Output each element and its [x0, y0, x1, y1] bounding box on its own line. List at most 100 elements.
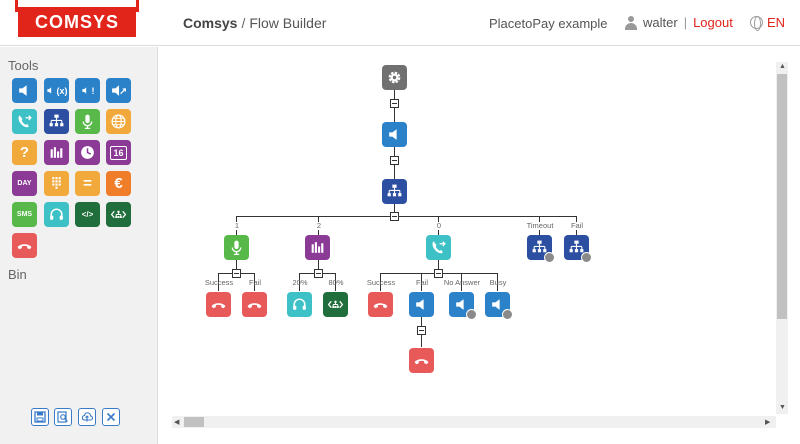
goto-badge-icon: [581, 252, 592, 263]
tool-calendar[interactable]: 16: [106, 140, 131, 165]
vertical-scrollbar[interactable]: ▲ ▼: [776, 62, 788, 414]
goto-badge-icon: [466, 309, 477, 320]
flow-node-goto-timeout[interactable]: [527, 235, 555, 263]
scroll-right-icon[interactable]: ▶: [765, 418, 770, 426]
flow-node-split[interactable]: [305, 235, 330, 260]
flow-node-record[interactable]: [224, 235, 249, 260]
collapse-toggle[interactable]: [434, 269, 443, 278]
flow-node-play-goto[interactable]: [449, 292, 477, 320]
tool-glyph: !: [91, 85, 95, 96]
collapse-toggle[interactable]: [390, 156, 399, 165]
tool-microphone[interactable]: [75, 109, 100, 134]
flow-canvas[interactable]: [160, 47, 800, 444]
branch-label: 0: [436, 221, 442, 230]
horizontal-scroll-thumb[interactable]: [184, 417, 204, 427]
menu-tree-icon: [49, 114, 64, 127]
logout-link[interactable]: Logout: [693, 15, 733, 30]
tool-speaker-alert[interactable]: !: [75, 78, 100, 103]
branch-label: Fail: [248, 278, 262, 287]
scroll-down-icon[interactable]: ▼: [779, 404, 786, 411]
keypad-icon: [52, 177, 61, 189]
tool-bar-chart[interactable]: [44, 140, 69, 165]
flow-node-code[interactable]: [323, 292, 348, 317]
branch-label: Success: [366, 278, 396, 287]
flow-node-agent[interactable]: [287, 292, 312, 317]
speaker-link-icon: [112, 85, 126, 96]
flow-node-play-goto[interactable]: [485, 292, 513, 320]
header-divider: |: [683, 15, 688, 30]
tool-speaker-variable[interactable]: (x): [44, 78, 69, 103]
microphone-icon: [82, 114, 93, 130]
tool-headset[interactable]: [44, 202, 69, 227]
headset-icon: [293, 298, 306, 310]
tool-speaker-link[interactable]: [106, 78, 131, 103]
upload-button[interactable]: [78, 408, 96, 426]
comsys-logo[interactable]: COMSYS: [15, 0, 139, 37]
code-tree-icon: [110, 210, 127, 219]
globe-icon: [750, 16, 763, 31]
goto-badge-icon: [544, 252, 555, 263]
speaker-icon: [19, 85, 27, 96]
tools-title: Tools: [8, 58, 39, 73]
breadcrumb-page: Flow Builder: [249, 15, 327, 31]
menu-tree-icon: [387, 184, 402, 197]
branch-label: Success: [204, 278, 234, 287]
speaker-icon: [389, 129, 397, 140]
tool-hangup[interactable]: [12, 233, 37, 258]
tool-globe[interactable]: [106, 109, 131, 134]
close-button[interactable]: [102, 408, 120, 426]
call-transfer-icon: [432, 241, 446, 254]
tool-glyph: SMS: [16, 211, 33, 218]
collapse-toggle[interactable]: [232, 269, 241, 278]
collapse-toggle[interactable]: [390, 99, 399, 108]
tool-code[interactable]: </>: [75, 202, 100, 227]
branch-label: Fail: [570, 221, 584, 230]
tool-sms[interactable]: SMS: [12, 202, 37, 227]
search-flow-button[interactable]: [54, 408, 72, 426]
speaker-variable-icon: [46, 87, 51, 94]
flow-node-goto-fail[interactable]: [564, 235, 592, 263]
project-name: PlacetoPay example: [489, 16, 608, 31]
tool-speaker[interactable]: [12, 78, 37, 103]
horizontal-scrollbar[interactable]: ◀ ▶: [172, 416, 776, 428]
speaker-alert-icon: [81, 87, 86, 94]
flow-node-play[interactable]: [409, 292, 434, 317]
flow-node-hangup[interactable]: [242, 292, 267, 317]
tool-day[interactable]: DAY: [12, 171, 37, 196]
branch-label: 80%: [328, 278, 344, 287]
flow-node-hangup[interactable]: [206, 292, 231, 317]
flow-node-hangup[interactable]: [368, 292, 393, 317]
flow-node-play[interactable]: [382, 122, 407, 147]
branch-label: No Answer: [443, 278, 481, 287]
collapse-toggle[interactable]: [390, 212, 399, 221]
flow-node-hangup[interactable]: [409, 348, 434, 373]
scroll-up-icon[interactable]: ▲: [779, 63, 786, 70]
tool-glyph: DAY: [17, 180, 32, 187]
tool-call-transfer[interactable]: [12, 109, 37, 134]
tool-clock[interactable]: [75, 140, 100, 165]
flow-edge: [318, 260, 319, 269]
tool-menu-tree[interactable]: [44, 109, 69, 134]
tool-keypad[interactable]: [44, 171, 69, 196]
tool-euro[interactable]: €: [106, 171, 131, 196]
tool-equals[interactable]: =: [75, 171, 100, 196]
headset-icon: [50, 208, 63, 220]
vertical-scroll-thumb[interactable]: [777, 74, 787, 319]
scroll-left-icon[interactable]: ◀: [174, 418, 179, 426]
flow-node-transfer[interactable]: [426, 235, 451, 260]
flow-node-menu[interactable]: [382, 179, 407, 204]
flow-node-settings[interactable]: [382, 65, 407, 90]
language-selector[interactable]: EN: [750, 15, 785, 31]
tool-question[interactable]: ?: [12, 140, 37, 165]
close-icon: [106, 412, 116, 422]
collapse-toggle[interactable]: [314, 269, 323, 278]
tool-code-tree[interactable]: [106, 202, 131, 227]
tools-sidebar: Tools (x)!? 16 DAY = € SMS </> Bin: [0, 47, 158, 444]
speaker-icon: [416, 299, 424, 310]
save-button[interactable]: [31, 408, 49, 426]
breadcrumb-app[interactable]: Comsys: [183, 15, 237, 31]
upload-cloud-icon: [81, 412, 93, 422]
tool-glyph: €: [114, 175, 123, 192]
branch-label: Fail: [415, 278, 429, 287]
collapse-toggle[interactable]: [417, 326, 426, 335]
